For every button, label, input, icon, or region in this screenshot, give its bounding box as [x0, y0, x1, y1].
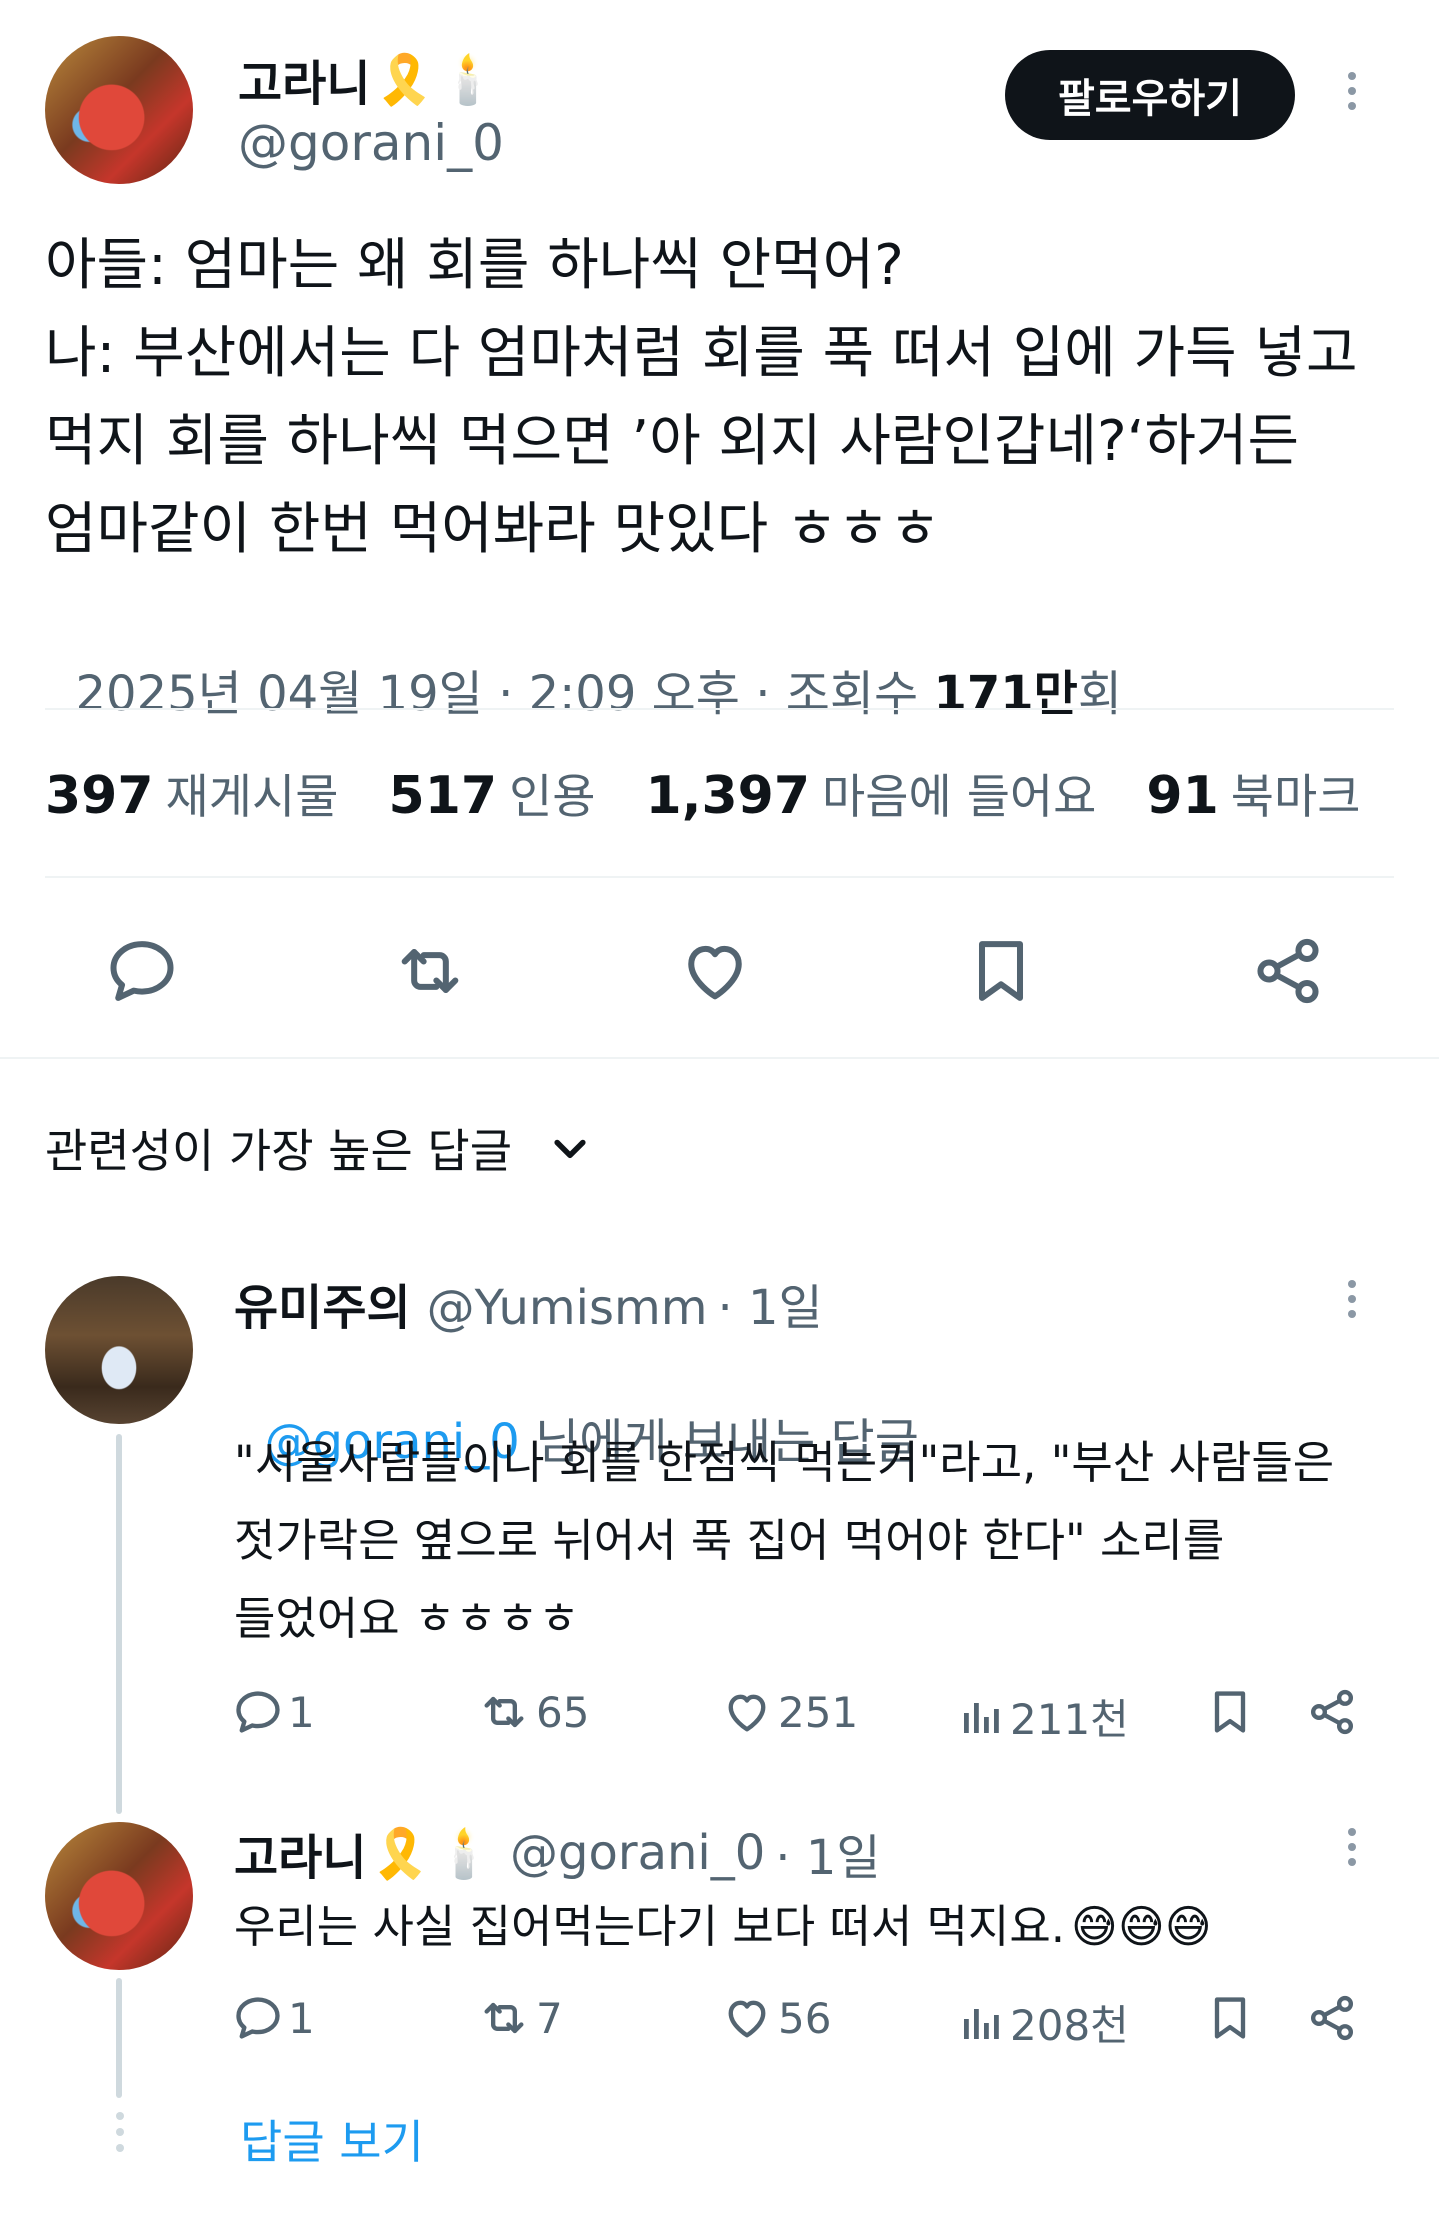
- author-handle[interactable]: @gorani_0: [238, 114, 504, 172]
- bookmark-icon[interactable]: [1204, 1686, 1256, 1742]
- view-count: 171만: [933, 666, 1078, 722]
- retweet-count: 65: [536, 1687, 590, 1737]
- reply-count: 1: [288, 1687, 315, 1737]
- tweet-line: 아들: 엄마는 왜 회를 하나씩 안먹어?: [45, 233, 904, 298]
- stat-label: 북마크: [1230, 770, 1361, 825]
- views-button[interactable]: 208천: [958, 1992, 1129, 2053]
- reply-sort-label: 관련성이 가장 높은 답글: [45, 1124, 513, 1178]
- like-count: 251: [778, 1687, 859, 1737]
- reply-line: 우리는 사실 집어먹는다기 보다 떠서 먹지요.: [234, 1900, 1066, 1953]
- views-icon: [964, 2008, 999, 2039]
- share-icon[interactable]: [1306, 1686, 1358, 1742]
- author-name-row[interactable]: 고라니 🎗️ 🕯️: [238, 44, 498, 114]
- candle-icon: 🕯️: [438, 51, 499, 108]
- more-options-icon[interactable]: [1348, 1280, 1356, 1318]
- view-count-suffix: 회: [1077, 666, 1123, 722]
- tweet-text: 아들: 엄마는 왜 회를 하나씩 안먹어? 나: 부산에서는 다 엄마처럼 회를…: [45, 222, 1405, 574]
- stat-bookmarks[interactable]: 91 북마크: [1146, 758, 1360, 827]
- stat-label: 재게시물: [165, 770, 339, 825]
- reply-avatar[interactable]: [45, 1276, 193, 1424]
- reply-header: 유미주의 @Yumismm · 1일: [234, 1268, 823, 1338]
- like-button[interactable]: 56: [720, 1992, 831, 2044]
- sweat-smile-emoji-icon: 😅😅😅: [1071, 1900, 1212, 1953]
- stat-number: 1,397: [645, 766, 811, 826]
- divider: [45, 708, 1394, 710]
- reply-author-handle[interactable]: @gorani_0: [510, 1825, 765, 1881]
- stat-reposts[interactable]: 397 재게시물: [45, 758, 339, 827]
- views-count: 208천: [1010, 2001, 1129, 2050]
- like-count: 56: [778, 1993, 832, 2043]
- retweet-icon: [484, 2002, 524, 2034]
- divider: [45, 876, 1394, 878]
- reply-author-name[interactable]: 고라니: [234, 1818, 366, 1888]
- views-icon: [964, 1702, 999, 1733]
- reply-text: 우리는 사실 집어먹는다기 보다 떠서 먹지요. 😅😅😅: [234, 1888, 1212, 1966]
- like-button[interactable]: 251: [720, 1686, 858, 1738]
- reply-avatar[interactable]: [45, 1822, 193, 1970]
- like-icon: [728, 2000, 766, 2038]
- retweet-count: 7: [536, 1993, 563, 2043]
- stat-number: 397: [45, 766, 154, 826]
- tweet-line: 먹지 회를 하나씩 먹으면 ’아 외지 사람인갑네?‘하거든: [45, 409, 1300, 474]
- reply-author-name[interactable]: 유미주의: [234, 1268, 411, 1338]
- reply-timestamp[interactable]: · 1일: [718, 1268, 823, 1338]
- like-icon[interactable]: [677, 933, 753, 1013]
- stat-number: 517: [388, 766, 498, 826]
- reply-line: 들었어요 ㅎㅎㅎㅎ: [234, 1592, 580, 1645]
- chevron-down-icon: [548, 1126, 592, 1170]
- reply-sort-dropdown[interactable]: 관련성이 가장 높은 답글: [45, 1115, 592, 1181]
- stat-quotes[interactable]: 517 인용: [389, 758, 596, 827]
- reply-timestamp[interactable]: · 1일: [775, 1818, 880, 1888]
- author-name: 고라니: [238, 56, 371, 112]
- more-options-icon[interactable]: [1348, 72, 1356, 110]
- tweet-date: 2025년 04월 19일 · 2:09 오후 · 조회수: [75, 666, 934, 722]
- section-divider: [0, 1057, 1439, 1059]
- stat-likes[interactable]: 1,397 마음에 들어요: [646, 758, 1097, 827]
- reply-icon: [236, 1691, 280, 1733]
- reply-count: 1: [288, 1993, 315, 2043]
- reply-text: "서울사람들이나 회를 한점씩 먹는거"라고, "부산 사람들은 젓가락은 옆으…: [234, 1424, 1384, 1658]
- reply-button[interactable]: 1: [232, 1992, 315, 2044]
- tweet-line: 나: 부산에서는 다 엄마처럼 회를 푹 떠서 입에 가득 넣고: [45, 321, 1358, 386]
- bookmark-icon[interactable]: [1204, 1992, 1256, 2048]
- ribbon-icon: 🎗️: [370, 1825, 431, 1882]
- reply-button[interactable]: 1: [232, 1686, 315, 1738]
- candle-icon: 🕯️: [434, 1825, 495, 1882]
- retweet-button[interactable]: 7: [476, 1992, 563, 2044]
- tweet-line: 엄마같이 한번 먹어봐라 맛있다 ㅎㅎㅎ: [45, 497, 941, 562]
- reply-icon: [236, 1997, 280, 2039]
- retweet-icon[interactable]: [390, 933, 470, 1013]
- reply-author-handle[interactable]: @Yumismm: [427, 1280, 708, 1336]
- reply-icon[interactable]: [104, 933, 180, 1013]
- reply-line: 젓가락은 옆으로 뉘어서 푹 집어 먹어야 한다" 소리를: [234, 1514, 1225, 1567]
- reply-header: 고라니 🎗️ 🕯️ @gorani_0 · 1일: [234, 1818, 881, 1888]
- thread-line: [116, 1434, 122, 1814]
- follow-button-label: 팔로우하기: [1058, 76, 1242, 122]
- thread-line: [116, 1978, 122, 2098]
- retweet-icon: [484, 1696, 524, 1728]
- ribbon-icon: 🎗️: [374, 51, 435, 108]
- author-avatar[interactable]: [45, 36, 193, 184]
- show-replies-link[interactable]: 답글 보기: [240, 2106, 424, 2172]
- share-icon[interactable]: [1306, 1992, 1358, 2048]
- follow-button[interactable]: 팔로우하기: [1005, 50, 1295, 140]
- more-options-icon[interactable]: [1348, 1828, 1356, 1866]
- share-icon[interactable]: [1250, 933, 1326, 1013]
- stat-label: 마음에 들어요: [822, 770, 1097, 825]
- stat-label: 인용: [509, 770, 596, 825]
- views-button[interactable]: 211천: [958, 1686, 1129, 1747]
- bookmark-icon[interactable]: [963, 933, 1039, 1013]
- tweet-meta: 2025년 04월 19일 · 2:09 오후 · 조회수 171만회: [45, 598, 1123, 724]
- stat-number: 91: [1146, 766, 1219, 826]
- thread-continuation-icon: [116, 2112, 124, 2152]
- like-icon: [728, 1694, 766, 1732]
- retweet-button[interactable]: 65: [476, 1686, 589, 1738]
- views-count: 211천: [1010, 1695, 1129, 1744]
- stats-row: 397 재게시물 517 인용 1,397 마음에 들어요 91 북마크: [45, 758, 1361, 827]
- reply-line: "서울사람들이나 회를 한점씩 먹는거"라고, "부산 사람들은: [234, 1436, 1335, 1489]
